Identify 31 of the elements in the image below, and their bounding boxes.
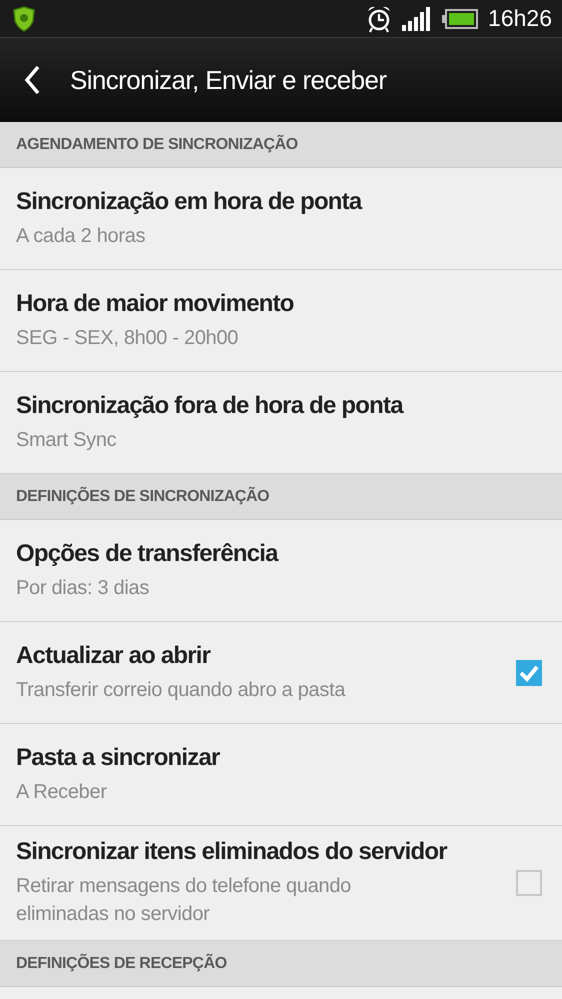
clock-time: 16h26 xyxy=(488,5,552,32)
shield-icon xyxy=(12,6,36,32)
setting-summary: Por dias: 3 dias xyxy=(16,576,150,600)
section-header: DEFINIÇÕES DE RECEPÇÃO xyxy=(16,954,227,972)
setting-summary: Retirar mensagens do telefone quando eliminadas no servidor xyxy=(16,874,352,927)
signal-icon xyxy=(402,6,432,30)
setting-title: Hora de maior movimento xyxy=(16,290,295,318)
setting-summary: Transferir correio quando abro a pasta xyxy=(16,678,346,702)
section-header: DEFINIÇÕES DE SINCRONIZAÇÃO xyxy=(16,488,270,506)
setting-summary: Smart Sync xyxy=(16,428,118,452)
setting-summary: SEG - SEX, 8h00 - 20h00 xyxy=(16,326,240,350)
checkbox[interactable] xyxy=(516,870,542,896)
setting-title: Pasta a sincronizar xyxy=(16,744,221,772)
settings-row[interactable]: Pasta a sincronizar A Receber xyxy=(0,724,562,826)
screen-title: Sincronizar, Enviar e receber xyxy=(70,64,386,96)
setting-title: Sincronização fora de hora de ponta xyxy=(16,392,404,420)
checkbox[interactable] xyxy=(516,660,542,686)
back-icon[interactable] xyxy=(24,65,40,95)
setting-summary: A Receber xyxy=(16,780,108,804)
settings-row[interactable]: Opções de transferência Por dias: 3 dias xyxy=(0,520,562,622)
setting-title: Sincronização em hora de ponta xyxy=(16,188,364,216)
alarm-clock-icon xyxy=(366,4,392,32)
setting-summary: A cada 2 horas xyxy=(16,224,146,248)
setting-title: Actualizar ao abrir xyxy=(16,642,212,670)
battery-icon xyxy=(442,8,478,28)
setting-title: Sincronizar itens eliminados do servidor xyxy=(16,838,448,866)
settings-row[interactable]: Hora de maior movimento SEG - SEX, 8h00 - 20h00 xyxy=(0,270,562,372)
settings-row[interactable]: Actualizar ao abrir Transferir correio quando abro a pasta xyxy=(0,622,562,724)
section-header: AGENDAMENTO DE SINCRONIZAÇÃO xyxy=(16,136,298,154)
settings-row[interactable]: Sincronização em hora de ponta A cada 2 horas xyxy=(0,168,562,270)
setting-title: Opções de transferência xyxy=(16,540,280,568)
